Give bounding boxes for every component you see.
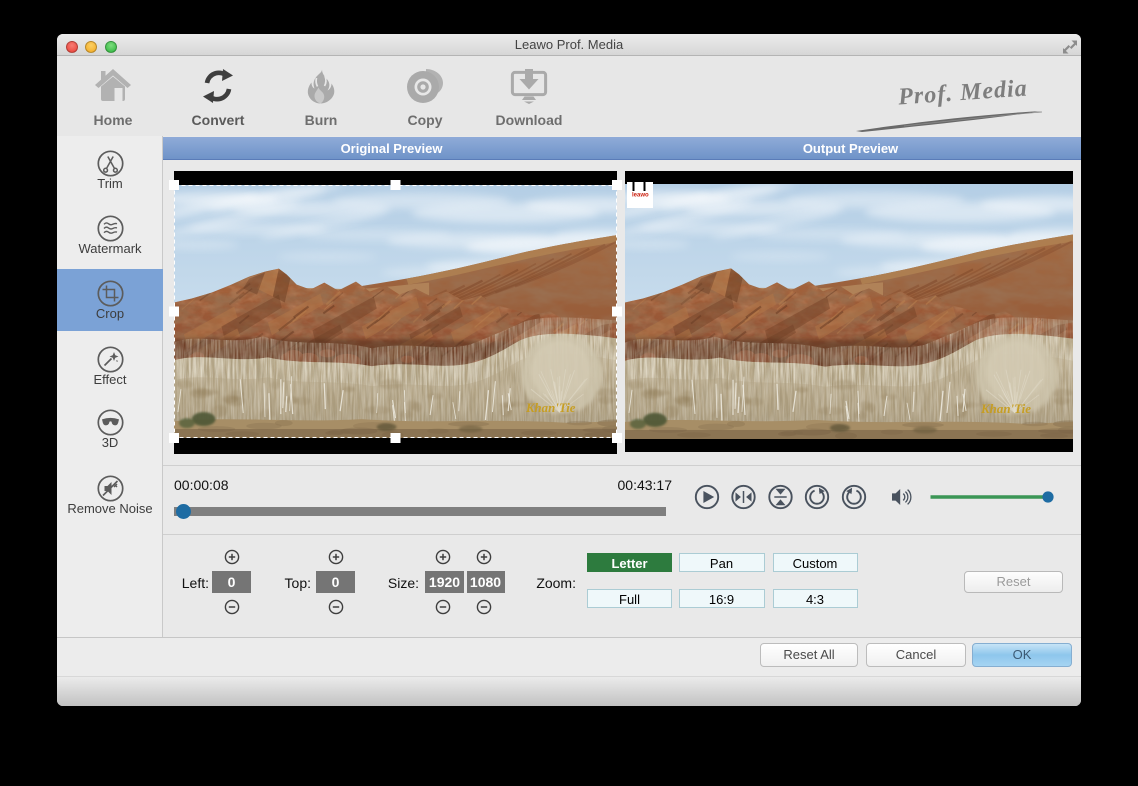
svg-text:leawo: leawo	[632, 193, 649, 199]
svg-text:Khan'Tie: Khan'Tie	[980, 401, 1031, 416]
